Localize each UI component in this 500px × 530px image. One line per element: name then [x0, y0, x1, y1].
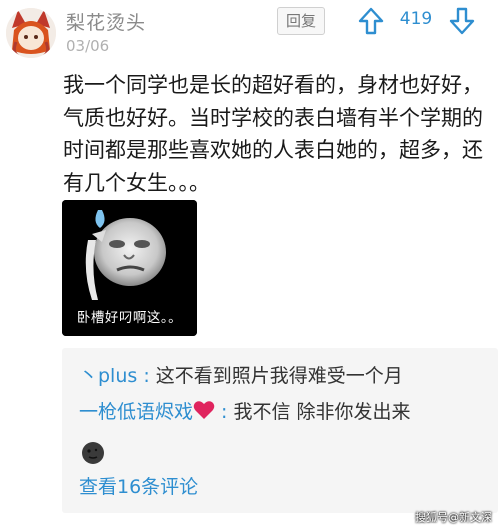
reply-button[interactable]: 回复	[277, 7, 325, 35]
comment-item: 丶plus : 这不看到照片我得难受一个月	[79, 362, 403, 390]
downvote-button[interactable]	[448, 6, 476, 36]
post-username[interactable]: 梨花烫头	[66, 8, 146, 35]
comment-username[interactable]: 丶plus	[79, 365, 137, 387]
comment-item: 一枪低语烬戏 : 我不信 除非你发出来	[79, 398, 411, 426]
vote-count: 419	[399, 9, 433, 29]
comment-separator: :	[215, 401, 234, 423]
comment-username[interactable]: 一枪低语烬戏	[79, 401, 193, 423]
meme-caption: 卧槽好叼啊这。。	[76, 310, 183, 326]
arrow-down-icon	[449, 7, 475, 35]
user-avatar[interactable]	[6, 8, 56, 58]
view-all-comments-link[interactable]: 查看16条评论	[79, 472, 198, 499]
post-date: 03/06	[66, 37, 110, 55]
comment-preview-box: 丶plus : 这不看到照片我得难受一个月 一枪低语烬戏 : 我不信 除非你发出…	[62, 348, 498, 513]
avatar-illustration	[6, 8, 56, 58]
red-heart-icon	[193, 401, 215, 419]
comment-text: 我不信 除非你发出来	[233, 401, 411, 423]
comment-text: 这不看到照片我得难受一个月	[155, 365, 403, 387]
meme-image[interactable]: 卧槽好叼啊这。。	[62, 200, 197, 336]
arrow-up-icon	[358, 7, 384, 35]
post-content: 我一个同学也是长的超好看的，身材也好好，气质也好好。当时学校的表白墙有半个学期的…	[63, 73, 483, 195]
upvote-button[interactable]	[357, 6, 385, 36]
watermark: 搜狐号@新文深	[415, 511, 492, 524]
moon-face-icon	[82, 442, 104, 464]
comment-separator: :	[137, 365, 156, 387]
